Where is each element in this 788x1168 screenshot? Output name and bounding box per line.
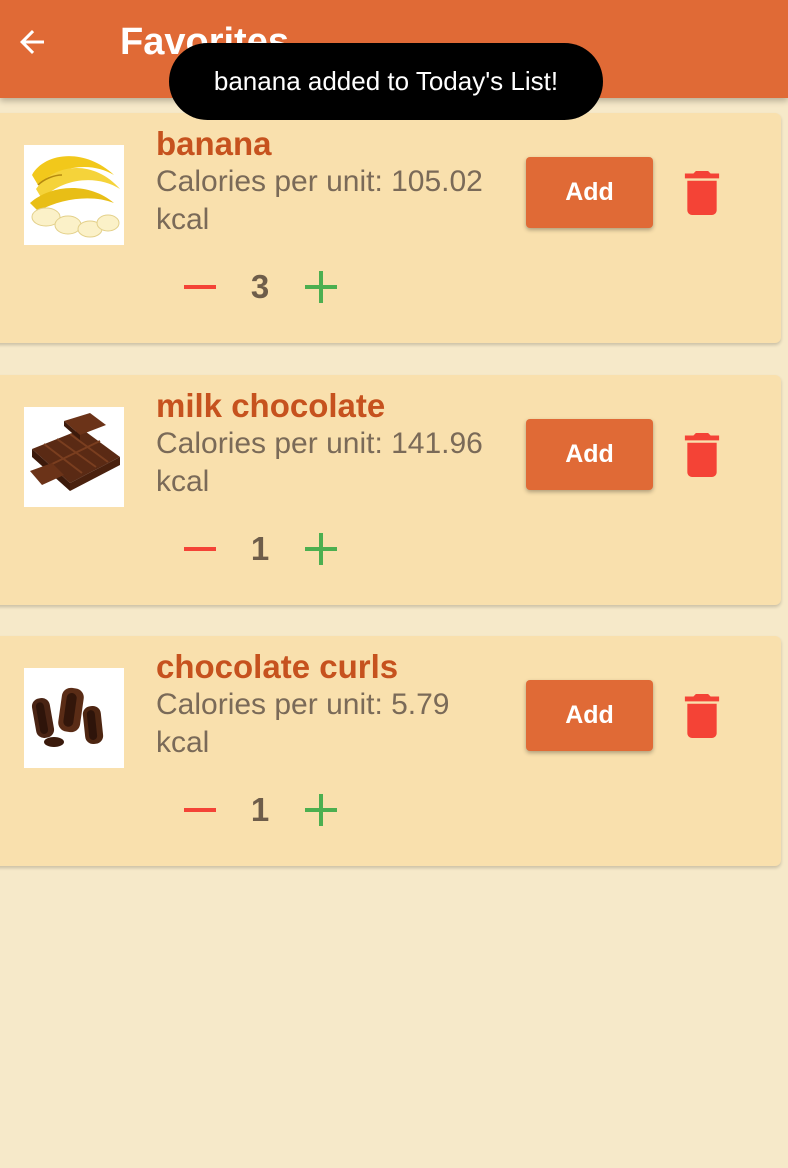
decrease-quantity-button[interactable] xyxy=(184,531,216,567)
plus-icon xyxy=(305,533,337,565)
quantity-value: 3 xyxy=(250,268,270,305)
increase-quantity-button[interactable] xyxy=(302,530,340,568)
trash-icon xyxy=(684,694,720,738)
item-calories: Calories per unit: 105.02 kcal xyxy=(156,165,483,236)
item-name: milk chocolate xyxy=(156,387,386,424)
decrease-quantity-button[interactable] xyxy=(184,269,216,305)
add-button[interactable]: Add xyxy=(526,157,653,228)
favorite-card: milk chocolate Calories per unit: 141.96… xyxy=(0,375,781,605)
toast-message: banana added to Today's List! xyxy=(169,43,603,120)
quantity-value: 1 xyxy=(250,530,270,567)
decrease-quantity-button[interactable] xyxy=(184,792,216,828)
item-calories: Calories per unit: 5.79 kcal xyxy=(156,688,450,759)
item-name: banana xyxy=(156,125,272,162)
plus-icon xyxy=(305,794,337,826)
item-calories: Calories per unit: 141.96 kcal xyxy=(156,427,483,498)
minus-icon xyxy=(184,547,216,551)
milk-chocolate-image xyxy=(24,407,124,507)
chocolate-curls-image xyxy=(24,668,124,768)
trash-icon xyxy=(684,433,720,477)
trash-icon xyxy=(684,171,720,215)
add-button[interactable]: Add xyxy=(526,419,653,490)
quantity-value: 1 xyxy=(250,791,270,828)
increase-quantity-button[interactable] xyxy=(302,791,340,829)
item-name: chocolate curls xyxy=(156,648,399,685)
back-button[interactable] xyxy=(12,22,52,62)
arrow-left-icon xyxy=(20,30,44,54)
minus-icon xyxy=(184,808,216,812)
increase-quantity-button[interactable] xyxy=(302,268,340,306)
banana-image xyxy=(24,145,124,245)
minus-icon xyxy=(184,285,216,289)
delete-button[interactable] xyxy=(682,171,722,215)
delete-button[interactable] xyxy=(682,433,722,477)
plus-icon xyxy=(305,271,337,303)
add-button[interactable]: Add xyxy=(526,680,653,751)
favorite-card: banana Calories per unit: 105.02 kcal Ad… xyxy=(0,113,781,343)
delete-button[interactable] xyxy=(682,694,722,738)
favorite-card: chocolate curls Calories per unit: 5.79 … xyxy=(0,636,781,866)
